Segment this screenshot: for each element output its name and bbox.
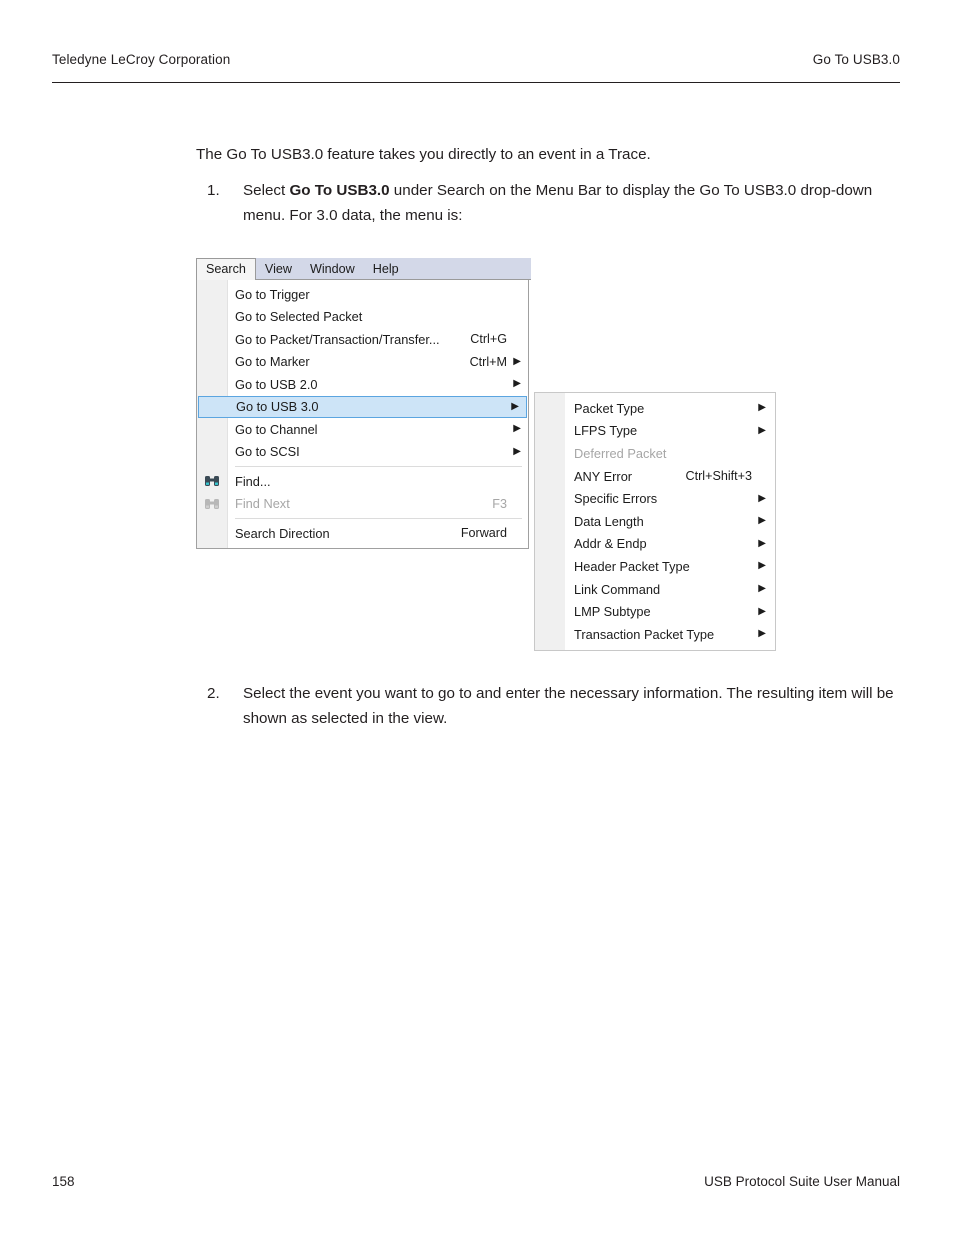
menu-item-go-to-channel[interactable]: Go to Channel ▶ [197,418,528,441]
submenu-item-lfps-type[interactable]: LFPS Type ▶ [535,420,775,443]
submenu-arrow-icon: ▶ [758,402,766,414]
menu-item-shortcut: Forward [460,526,507,541]
step-1-text-bold: Go To USB3.0 [289,182,390,199]
application-menu-bar: Search View Window Help [196,258,531,280]
menu-item-shortcut: Ctrl+M [469,354,507,369]
menu-separator [235,466,522,467]
menu-item-go-to-packet-transaction-transfer[interactable]: Go to Packet/Transaction/Transfer... Ctrl… [197,328,528,351]
submenu-arrow-icon: ▶ [758,537,766,549]
header-right-text: Go To USB3.0 [812,52,900,67]
menu-item-label: Specific Errors [574,491,658,507]
menu-item-label: Go to Channel [235,421,318,437]
submenu-arrow-icon: ▶ [511,400,519,412]
menubar-item-search[interactable]: Search [196,258,256,280]
menu-item-find-next: Find Next F3▶ [197,493,528,516]
menu-item-label: LMP Subtype [574,604,651,620]
menubar-item-window[interactable]: Window [301,258,364,279]
menu-item-label: Go to Trigger [235,286,310,302]
menu-item-label: Deferred Packet [574,445,667,461]
menu-item-go-to-usb-2-0[interactable]: Go to USB 2.0 ▶ [197,373,528,396]
footer-manual-title: USB Protocol Suite User Manual [704,1174,900,1189]
submenu-item-any-error[interactable]: ANY Error Ctrl+Shift+3▶ [535,465,775,488]
go-to-usb3-menu-screenshot: SearchViewWindowHelp Go to Trigger▶Go to… [196,258,776,651]
menu-item-arrow-placeholder: ▶ [754,471,766,481]
menu-item-arrow-placeholder: ▶ [509,476,521,486]
manual-page: { "page_header": { "left": "Teledyne LeC… [0,0,954,1235]
submenu-item-transaction-packet-type[interactable]: Transaction Packet Type ▶ [535,623,775,646]
step-1-text: Select Go To USB3.0 under Search on the … [243,178,897,228]
submenu-arrow-icon: ▶ [513,378,521,390]
menu-item-shortcut: Ctrl+Shift+3 [685,469,753,484]
menu-item-label: Go to SCSI [235,444,300,460]
page-running-head: Teledyne LeCroy Corporation Go To USB3.0 [52,52,900,83]
submenu-arrow-icon: ▶ [513,423,521,435]
submenu-item-deferred-packet: Deferred Packet ▶ [535,442,775,465]
menu-item-label: Link Command [574,581,661,597]
step-1-text-before: Select [243,182,290,199]
page-number: 158 [52,1174,75,1189]
step-2-text: Select the event you want to go to and e… [243,685,894,727]
menu-item-arrow-placeholder: ▶ [509,334,521,344]
menu-item-label: Packet Type [574,400,645,416]
menu-item-arrow-placeholder: ▶ [754,448,766,458]
menu-item-go-to-marker[interactable]: Go to Marker Ctrl+M ▶ [197,351,528,374]
menu-item-search-direction[interactable]: Search Direction Forward▶ [197,522,528,545]
menubar-item-view[interactable]: View [256,258,301,279]
menu-item-go-to-trigger[interactable]: Go to Trigger ▶ [197,283,528,306]
step-2: 2. Select the event you want to go to an… [207,681,897,731]
menu-item-go-to-selected-packet[interactable]: Go to Selected Packet ▶ [197,306,528,329]
menu-item-label: Search Direction [235,525,330,541]
submenu-arrow-icon: ▶ [513,355,521,367]
submenu-arrow-icon: ▶ [758,515,766,527]
menu-item-label: Header Packet Type [574,558,690,574]
menu-item-go-to-usb-3-0[interactable]: Go to USB 3.0 ▶ [198,395,527,418]
page-footer: 158 USB Protocol Suite User Manual [52,1174,900,1189]
menu-item-label: Go to USB 3.0 [236,399,319,415]
menu-item-label: Go to Marker [235,354,310,370]
binoculars-icon [202,473,222,489]
menu-item-label: Addr & Endp [574,536,647,552]
menu-item-label: Find Next [235,496,290,512]
menubar-item-help[interactable]: Help [364,258,408,279]
binoculars-next-icon [202,496,222,512]
go-to-usb3-submenu: Packet Type▶LFPS Type▶Deferred Packet▶AN… [534,392,776,651]
menu-item-label: Go to Packet/Transaction/Transfer... [235,331,440,347]
menu-item-label: LFPS Type [574,423,638,439]
submenu-item-data-length[interactable]: Data Length ▶ [535,510,775,533]
step-1-number: 1. [207,182,220,199]
submenu-arrow-icon: ▶ [758,424,766,436]
menu-item-label: Find... [235,473,271,489]
submenu-arrow-icon: ▶ [758,605,766,617]
submenu-arrow-icon: ▶ [758,583,766,595]
submenu-item-packet-type[interactable]: Packet Type ▶ [535,397,775,420]
submenu-arrow-icon: ▶ [758,560,766,572]
menu-item-arrow-placeholder: ▶ [509,289,521,299]
submenu-item-header-packet-type[interactable]: Header Packet Type ▶ [535,555,775,578]
step-2-number: 2. [207,685,220,702]
menu-item-find[interactable]: Find... ▶ [197,470,528,493]
menu-item-label: ANY Error [574,468,633,484]
submenu-arrow-icon: ▶ [758,628,766,640]
menu-item-shortcut: Ctrl+G [470,332,507,347]
menu-item-arrow-placeholder: ▶ [509,499,521,509]
submenu-arrow-icon: ▶ [513,445,521,457]
menu-item-label: Data Length [574,513,644,529]
menu-item-label: Go to Selected Packet [235,309,363,325]
menu-separator [235,518,522,519]
submenu-item-addr-endp[interactable]: Addr & Endp ▶ [535,533,775,556]
menu-item-label: Go to USB 2.0 [235,376,318,392]
submenu-item-link-command[interactable]: Link Command ▶ [535,578,775,601]
menu-item-arrow-placeholder: ▶ [509,528,521,538]
intro-paragraph: The Go To USB3.0 feature takes you direc… [196,146,651,163]
submenu-item-specific-errors[interactable]: Specific Errors ▶ [535,487,775,510]
menu-item-shortcut: F3 [492,496,507,511]
step-1: 1. Select Go To USB3.0 under Search on t… [207,178,897,228]
menu-item-go-to-scsi[interactable]: Go to SCSI ▶ [197,441,528,464]
menu-item-arrow-placeholder: ▶ [509,312,521,322]
submenu-arrow-icon: ▶ [758,492,766,504]
submenu-item-lmp-subtype[interactable]: LMP Subtype ▶ [535,600,775,623]
header-left-text: Teledyne LeCroy Corporation [52,52,231,67]
menu-item-label: Transaction Packet Type [574,626,715,642]
search-dropdown-menu: Go to Trigger▶Go to Selected Packet▶Go t… [196,280,529,549]
